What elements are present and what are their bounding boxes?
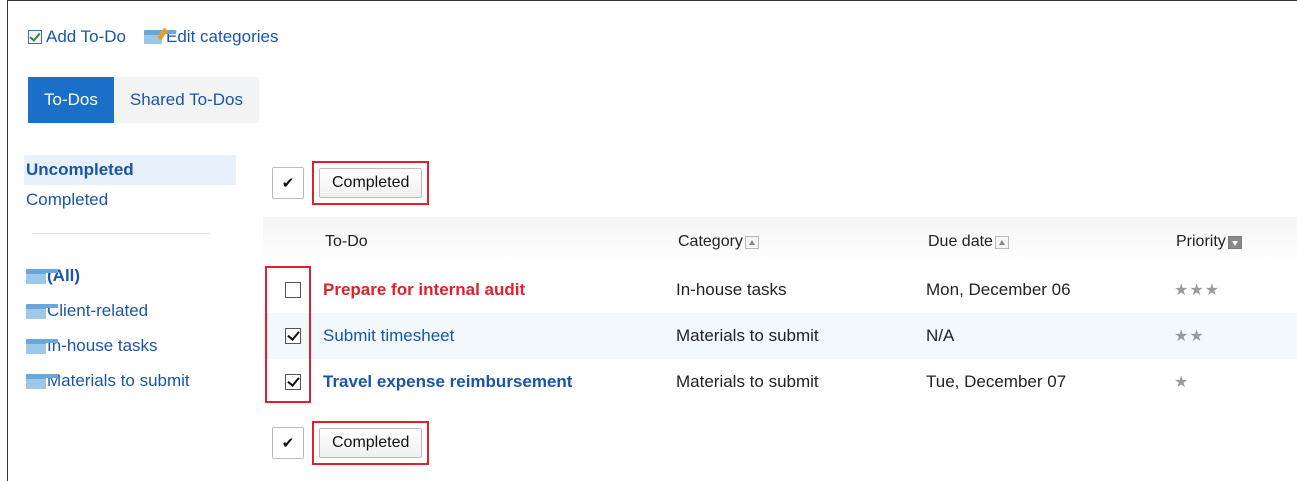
completed-button[interactable]: Completed (319, 428, 423, 458)
add-todo-link[interactable]: Add To-Do (28, 27, 126, 47)
category-materials-to-submit[interactable]: Materials to submit (26, 363, 236, 398)
category-in-house-tasks[interactable]: In-house tasks (26, 328, 236, 363)
folder-icon (26, 269, 58, 284)
row-checkbox-cell (263, 282, 323, 298)
todo-category: Materials to submit (676, 326, 819, 345)
category-all[interactable]: (All) (26, 258, 236, 293)
row-checkbox[interactable] (285, 282, 301, 298)
folder-icon (26, 304, 58, 319)
check-all-button[interactable]: ✔ (272, 167, 304, 199)
header-todo-label: To-Do (325, 233, 368, 250)
folder-icon (26, 339, 58, 354)
edit-categories-link[interactable]: Edit categories (144, 27, 278, 47)
tab-shared-todos[interactable]: Shared To-Dos (113, 77, 259, 123)
folder-edit-icon (144, 27, 177, 44)
todo-due-date: Tue, December 07 (926, 372, 1067, 391)
priority-stars-icon: ★★ (1174, 328, 1205, 345)
completed-button-highlight: Completed (312, 161, 430, 205)
row-checkbox[interactable] (285, 374, 301, 390)
todo-title-link[interactable]: Prepare for internal audit (323, 280, 676, 300)
todo-title-link[interactable]: Submit timesheet (323, 326, 676, 346)
priority-stars-icon: ★ (1174, 374, 1190, 391)
check-all-button[interactable]: ✔ (272, 427, 304, 459)
action-bar-bottom: ✔ Completed (272, 421, 430, 465)
priority-stars-icon: ★★★ (1174, 282, 1221, 299)
todo-category: In-house tasks (676, 280, 787, 299)
folder-icon (26, 374, 58, 389)
row-checkbox-cell (263, 328, 323, 344)
header-priority[interactable]: Priority (1176, 233, 1242, 251)
action-bar-top: ✔ Completed (272, 161, 430, 205)
header-category[interactable]: Category (678, 233, 759, 251)
edit-categories-label: Edit categories (166, 27, 279, 46)
category-client-related[interactable]: Client-related (26, 293, 236, 328)
category-label: Materials to submit (47, 371, 190, 390)
sort-ascending-icon[interactable] (994, 235, 1009, 249)
add-todo-label: Add To-Do (46, 27, 127, 46)
header-due-date[interactable]: Due date (928, 233, 1009, 251)
sidebar: Uncompleted Completed (All) Client-relat… (24, 155, 236, 398)
sort-ascending-icon[interactable] (744, 235, 759, 249)
header-due-date-label: Due date (928, 233, 993, 250)
row-checkbox-cell (263, 374, 323, 390)
todo-table: To-Do Category Due date Priority Prepare… (263, 217, 1297, 405)
add-todo-icon (28, 30, 42, 44)
completed-button[interactable]: Completed (319, 168, 423, 198)
table-row: Travel expense reimbursement Materials t… (263, 359, 1297, 405)
category-label: Client-related (47, 301, 149, 320)
table-header: To-Do Category Due date Priority (263, 217, 1297, 267)
sidebar-divider (32, 233, 210, 234)
category-label: In-house tasks (47, 336, 158, 355)
toolbar: Add To-Do Edit categories (28, 27, 278, 47)
header-category-label: Category (678, 233, 743, 250)
todo-due-date: Mon, December 06 (926, 280, 1071, 299)
todo-title-link[interactable]: Travel expense reimbursement (323, 372, 676, 392)
header-todo: To-Do (325, 233, 368, 251)
todo-due-date: N/A (926, 326, 955, 345)
row-checkbox[interactable] (285, 328, 301, 344)
todo-category: Materials to submit (676, 372, 819, 391)
table-row: Submit timesheet Materials to submit N/A… (263, 313, 1297, 359)
sidebar-item-uncompleted[interactable]: Uncompleted (24, 155, 236, 185)
completed-button-highlight: Completed (312, 421, 430, 465)
todo-window: Add To-Do Edit categories To-Dos Shared … (7, 0, 1297, 481)
header-priority-label: Priority (1176, 233, 1226, 250)
category-label: (All) (47, 266, 81, 285)
sidebar-item-completed[interactable]: Completed (26, 185, 236, 215)
sort-descending-icon[interactable] (1227, 235, 1242, 249)
tab-bar: To-Dos Shared To-Dos (28, 77, 259, 123)
tab-todos[interactable]: To-Dos (28, 77, 114, 123)
table-row: Prepare for internal audit In-house task… (263, 267, 1297, 313)
